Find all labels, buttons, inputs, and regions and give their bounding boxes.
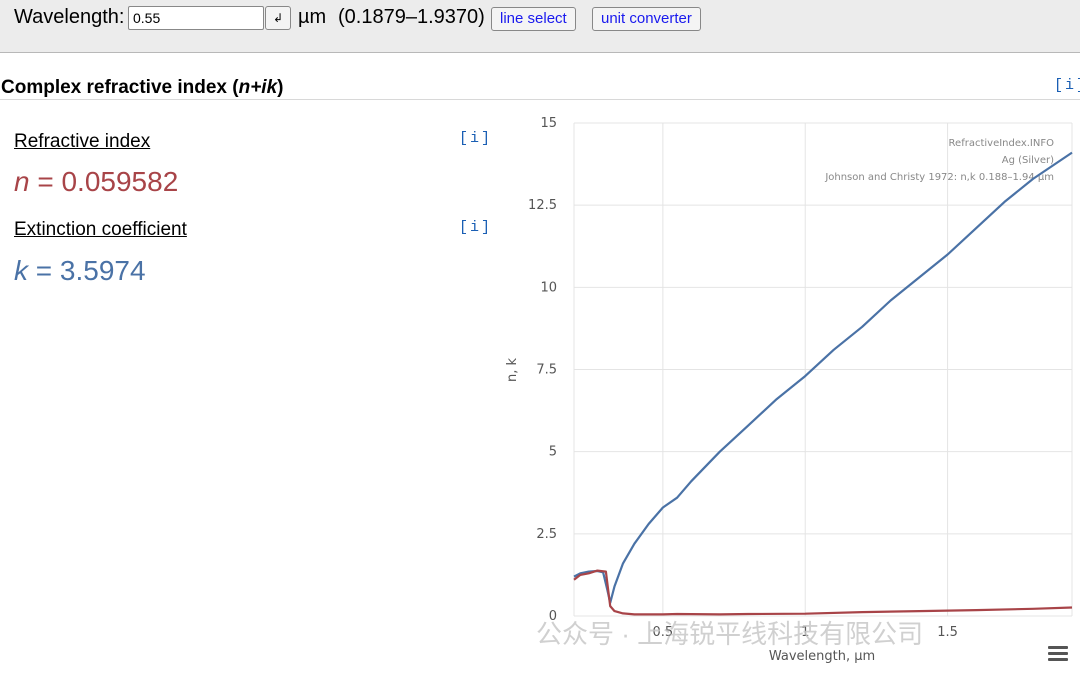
x-axis-label: Wavelength, µm bbox=[769, 649, 875, 664]
y-axis-label: n, k bbox=[505, 358, 520, 383]
watermark: 公众号 · 上海锐平线科技有限公司 bbox=[536, 619, 924, 649]
y-tick-label: 10 bbox=[540, 280, 557, 295]
chart-series bbox=[573, 151, 1073, 616]
y-tick-label: 2.5 bbox=[536, 527, 557, 542]
series-line-n bbox=[573, 569, 1073, 616]
series-line-k bbox=[573, 151, 1073, 604]
y-tick-label: 15 bbox=[540, 116, 557, 131]
y-tick-label: 5 bbox=[549, 445, 557, 460]
chart-grid bbox=[573, 122, 1073, 617]
chart-annotations: RefractiveIndex.INFO Ag (Silver) Johnson a… bbox=[824, 138, 1054, 183]
menu-bar bbox=[1048, 646, 1068, 649]
y-tick-label: 12.5 bbox=[528, 198, 557, 213]
menu-icon[interactable] bbox=[1048, 646, 1068, 662]
menu-bar bbox=[1048, 658, 1068, 661]
chart-annotation: Johnson and Christy 1972: n,k 0.188–1.94… bbox=[824, 172, 1054, 183]
nk-chart: 02.557.51012.515 0.5 1 1.5 n, k Wavelength… bbox=[505, 116, 1073, 664]
y-tick-labels: 02.557.51012.515 bbox=[528, 116, 557, 624]
x-tick-label: 1.5 bbox=[937, 625, 958, 640]
menu-bar bbox=[1048, 652, 1068, 655]
chart-annotation: RefractiveIndex.INFO bbox=[949, 138, 1055, 149]
chart-annotation: Ag (Silver) bbox=[1002, 155, 1054, 166]
y-tick-label: 7.5 bbox=[536, 363, 557, 378]
